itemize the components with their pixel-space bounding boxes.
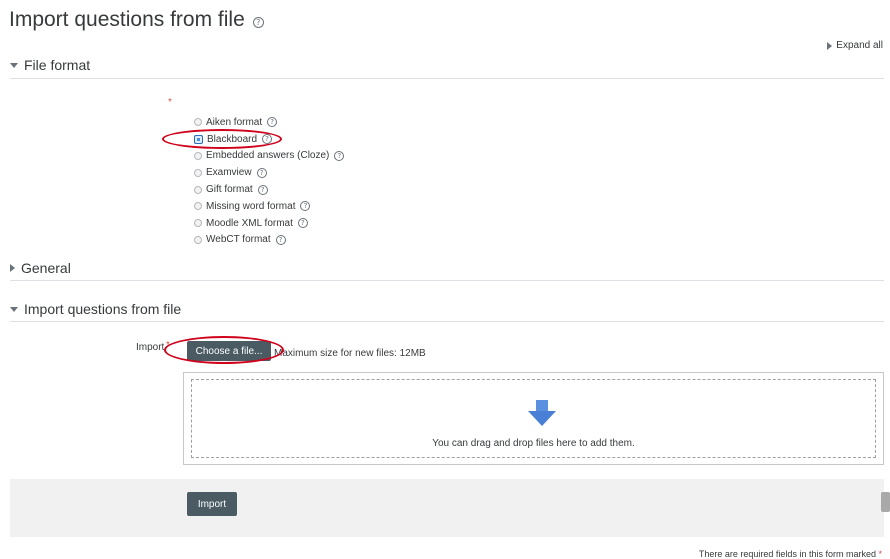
help-icon[interactable]: ? xyxy=(275,234,286,245)
section-import-from-file[interactable]: Import questions from file xyxy=(10,301,181,317)
format-option-webct[interactable]: WebCT format ? xyxy=(194,232,344,249)
scrollbar-thumb[interactable] xyxy=(881,492,890,512)
caret-right-icon xyxy=(827,41,833,50)
choose-file-button[interactable]: Choose a file... xyxy=(187,341,271,361)
section-general[interactable]: General xyxy=(10,260,71,276)
section-file-format-label: File format xyxy=(24,57,91,73)
help-icon[interactable]: ? xyxy=(252,16,264,28)
section-import-label: Import questions from file xyxy=(24,301,182,317)
help-icon[interactable]: ? xyxy=(334,150,345,161)
caret-down-icon xyxy=(10,306,18,312)
radio-button[interactable] xyxy=(194,118,202,127)
radio-button[interactable] xyxy=(194,151,202,160)
required-note-text: There are required fields in this form m… xyxy=(698,549,876,559)
radio-button[interactable] xyxy=(194,168,202,177)
section-file-format[interactable]: File format xyxy=(10,57,90,73)
file-drop-area[interactable]: You can drag and drop files here to add … xyxy=(191,379,876,458)
radio-button[interactable] xyxy=(194,185,202,194)
download-arrow-icon xyxy=(528,400,556,426)
required-star-icon: * xyxy=(878,549,882,559)
required-fields-note: There are required fields in this form m… xyxy=(699,549,882,559)
page-title: Import questions from file ? xyxy=(9,8,264,32)
expand-all-label: Expand all xyxy=(836,40,883,51)
radio-button[interactable] xyxy=(194,219,202,228)
radio-button-selected[interactable] xyxy=(194,134,203,144)
format-option-label: Missing word format xyxy=(206,200,296,212)
file-format-radio-group: Aiken format ? Blackboard ? Embedded ans… xyxy=(194,114,345,249)
divider xyxy=(10,321,884,322)
format-option-label: Aiken format xyxy=(206,116,263,128)
radio-button[interactable] xyxy=(194,202,202,211)
format-option-gift[interactable]: Gift format ? xyxy=(194,181,344,198)
caret-right-icon xyxy=(10,264,15,272)
radio-button[interactable] xyxy=(194,235,202,244)
format-option-label: Examview xyxy=(206,167,252,179)
expand-all-link[interactable]: Expand all xyxy=(827,40,883,51)
help-icon[interactable]: ? xyxy=(300,201,311,212)
format-option-label: Blackboard xyxy=(207,133,258,145)
format-option-label: WebCT format xyxy=(206,234,271,246)
help-icon[interactable]: ? xyxy=(256,167,267,178)
file-drop-zone[interactable]: You can drag and drop files here to add … xyxy=(183,372,884,465)
required-star-icon: * xyxy=(168,97,172,108)
help-icon[interactable]: ? xyxy=(297,218,308,229)
caret-down-icon xyxy=(10,62,18,68)
divider xyxy=(10,280,884,281)
section-general-label: General xyxy=(21,260,71,276)
form-footer: Import xyxy=(10,479,884,537)
format-option-cloze[interactable]: Embedded answers (Cloze) ? xyxy=(194,148,345,165)
import-field-label: Import xyxy=(136,342,165,353)
format-option-missing-word[interactable]: Missing word format ? xyxy=(194,198,344,215)
drop-hint-text: You can drag and drop files here to add … xyxy=(432,438,635,449)
format-option-blackboard[interactable]: Blackboard ? xyxy=(194,131,344,148)
format-option-label: Moodle XML format xyxy=(206,217,293,229)
format-option-examview[interactable]: Examview ? xyxy=(194,164,344,181)
format-option-label: Gift format xyxy=(206,184,253,196)
max-size-text: Maximum size for new files: 12MB xyxy=(274,348,426,359)
required-star-icon: * xyxy=(166,340,170,351)
page-title-text: Import questions from file xyxy=(9,8,245,31)
import-button[interactable]: Import xyxy=(187,492,237,516)
help-icon[interactable]: ? xyxy=(262,134,273,145)
help-icon[interactable]: ? xyxy=(267,117,278,128)
format-option-aiken[interactable]: Aiken format ? xyxy=(194,114,344,131)
divider xyxy=(10,78,884,79)
format-option-label: Embedded answers (Cloze) xyxy=(206,150,330,162)
format-option-moodle-xml[interactable]: Moodle XML format ? xyxy=(194,215,344,232)
help-icon[interactable]: ? xyxy=(257,184,268,195)
